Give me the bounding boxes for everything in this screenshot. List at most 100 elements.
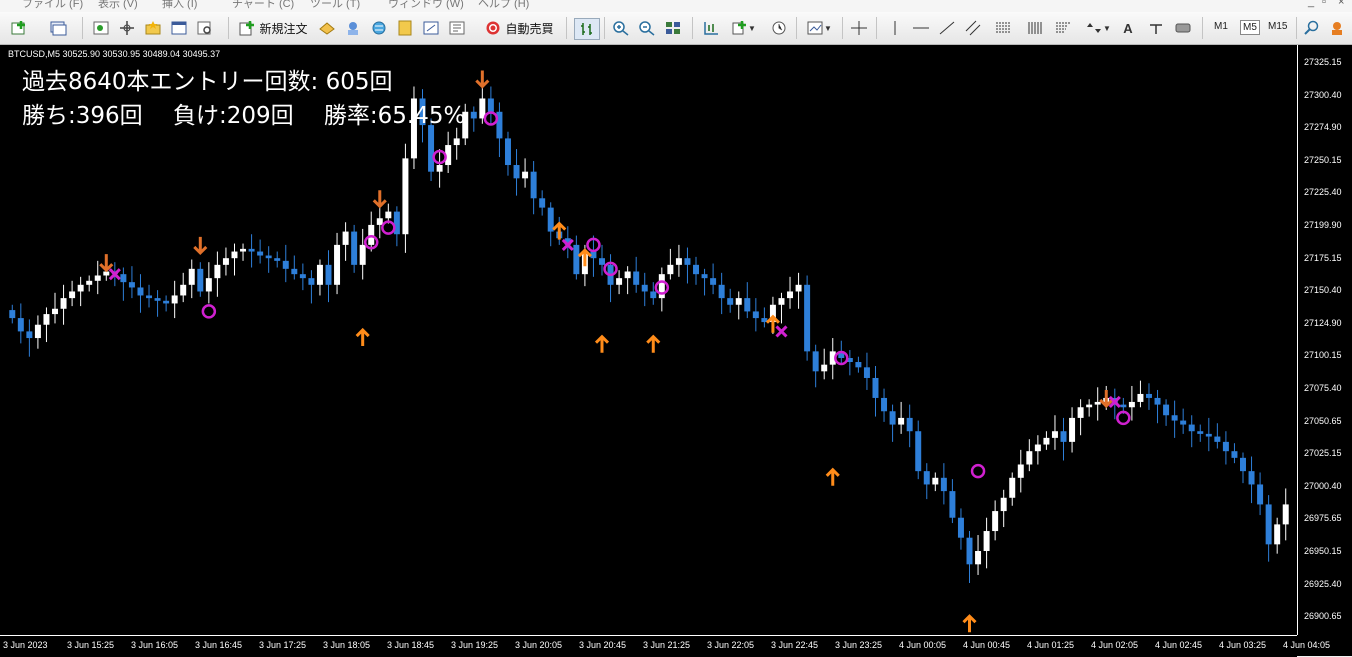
community-button[interactable] <box>1326 18 1348 38</box>
candle-body <box>163 300 170 304</box>
menu-view[interactable]: 表示 (V) <box>98 0 138 11</box>
fibo-fan-button[interactable] <box>1052 18 1074 38</box>
candle-body <box>325 264 332 285</box>
buy-arrow-marker <box>825 467 840 486</box>
menu-window[interactable]: ウィンドウ (W) <box>388 0 464 11</box>
new-chart-button[interactable] <box>6 18 34 38</box>
candle-body <box>616 278 623 285</box>
buy-arrow-marker <box>962 614 977 633</box>
trendline-button[interactable] <box>936 18 958 38</box>
favorites-button[interactable] <box>142 18 164 38</box>
timeframe-m5[interactable]: M5 <box>1240 20 1260 35</box>
zoom-in-button[interactable] <box>610 18 632 38</box>
rectangle-button[interactable] <box>1172 18 1194 38</box>
time-axis-label: 3 Jun 21:25 <box>643 640 691 650</box>
candle-body <box>624 271 631 279</box>
candle-body <box>334 244 341 285</box>
dropdown-arrow-icon: ▼ <box>748 23 756 33</box>
candle-body <box>120 274 127 283</box>
chart-shift-button[interactable] <box>700 18 722 38</box>
vertical-line-button[interactable] <box>884 18 906 38</box>
arrow-marks-icon <box>1087 23 1102 33</box>
price-axis-label: 26900.65 <box>1304 611 1342 622</box>
price-axis-label: 27025.15 <box>1304 448 1342 459</box>
text-label-button[interactable] <box>1146 18 1166 38</box>
candle-body <box>1060 431 1067 442</box>
candle-body <box>633 271 640 285</box>
window-restore-icon[interactable]: ▫ <box>1322 0 1326 8</box>
price-axis-label: 27225.40 <box>1304 187 1342 198</box>
bars-icon <box>1028 22 1042 34</box>
templates-button[interactable]: ▼ <box>802 18 836 38</box>
text-button[interactable]: A <box>1118 18 1138 38</box>
candle-body <box>453 138 460 146</box>
periods-button[interactable] <box>768 18 790 38</box>
candle-body <box>351 231 358 265</box>
candle-body <box>872 377 879 398</box>
chart-window[interactable] <box>0 45 1352 656</box>
candle-body <box>257 251 264 256</box>
candle-body <box>701 274 708 279</box>
timeframe-m1[interactable]: M1 <box>1212 20 1230 33</box>
candle-body <box>60 298 67 309</box>
window-close-icon[interactable]: × <box>1338 0 1344 8</box>
equidistant-channel-button[interactable] <box>962 18 984 38</box>
menu-insert[interactable]: 挿入 (I) <box>162 0 197 11</box>
candle-body <box>752 311 759 319</box>
candle-body <box>376 218 383 225</box>
arrows-button[interactable]: ▼ <box>1082 18 1114 38</box>
candle-body <box>470 111 477 119</box>
options-button[interactable] <box>446 18 468 38</box>
time-axis-label: 4 Jun 04:05 <box>1283 640 1331 650</box>
menu-tools[interactable]: ツール (T) <box>310 0 360 11</box>
menu-file[interactable]: ファイル (F) <box>22 0 83 11</box>
candle-body <box>146 295 153 299</box>
bar-chart-button[interactable] <box>574 18 600 40</box>
new-order-icon <box>239 21 255 36</box>
win-loss-text: 勝ち:396回 負け:209回 勝率:65.45% <box>22 103 466 129</box>
candle-body <box>436 165 443 172</box>
menu-help[interactable]: ヘルプ (H) <box>478 0 529 11</box>
chart-window-button[interactable] <box>420 18 442 38</box>
time-axis-label: 3 Jun 18:45 <box>387 640 435 650</box>
auto-trade-button[interactable]: 自動売買 <box>480 18 558 38</box>
navigator-button[interactable] <box>116 18 138 38</box>
signals-button[interactable] <box>342 18 364 38</box>
crosshair-move-icon <box>120 21 134 35</box>
candle-body <box>1051 431 1058 438</box>
crosshair-button[interactable] <box>848 18 870 38</box>
candle-body <box>1069 417 1076 442</box>
candle-body <box>1017 464 1024 478</box>
window-minimize-icon[interactable]: _ <box>1308 0 1314 8</box>
horizontal-line-button[interactable] <box>910 18 932 38</box>
timeframe-m15[interactable]: M15 <box>1266 20 1289 33</box>
profiles-button[interactable] <box>44 18 72 38</box>
metaeditor-button[interactable] <box>316 18 338 38</box>
price-axis-label: 27250.15 <box>1304 154 1342 165</box>
market-button[interactable] <box>368 18 390 38</box>
indicators-button[interactable]: ▼ <box>726 18 760 38</box>
candle-body <box>744 298 751 312</box>
gann-button[interactable] <box>1024 18 1046 38</box>
price-axis-label: 27100.15 <box>1304 350 1342 361</box>
search-button[interactable] <box>1302 18 1322 38</box>
candle-body <box>667 264 674 275</box>
buy-arrow-marker <box>646 334 661 353</box>
text-label-icon <box>1150 24 1162 34</box>
new-order-button[interactable]: 新規注文 <box>236 18 310 38</box>
candlestick-chart[interactable] <box>0 45 1297 635</box>
tester-button[interactable] <box>194 18 216 38</box>
tester-icon <box>197 21 211 35</box>
fibonacci-button[interactable] <box>992 18 1014 38</box>
vps-button[interactable] <box>394 18 416 38</box>
exit-circle-marker <box>201 304 217 319</box>
menu-chart[interactable]: チャート (C) <box>232 0 294 11</box>
vps-icon <box>398 20 412 36</box>
tile-windows-button[interactable] <box>662 18 684 38</box>
zoom-out-button[interactable] <box>636 18 658 38</box>
price-axis: 27325.15 27300.40 27274.90 27250.15 27225.40… <box>1297 45 1352 635</box>
options-icon <box>449 21 465 35</box>
market-watch-button[interactable] <box>90 18 112 38</box>
candle-body <box>966 537 973 565</box>
terminal-button[interactable] <box>168 18 190 38</box>
